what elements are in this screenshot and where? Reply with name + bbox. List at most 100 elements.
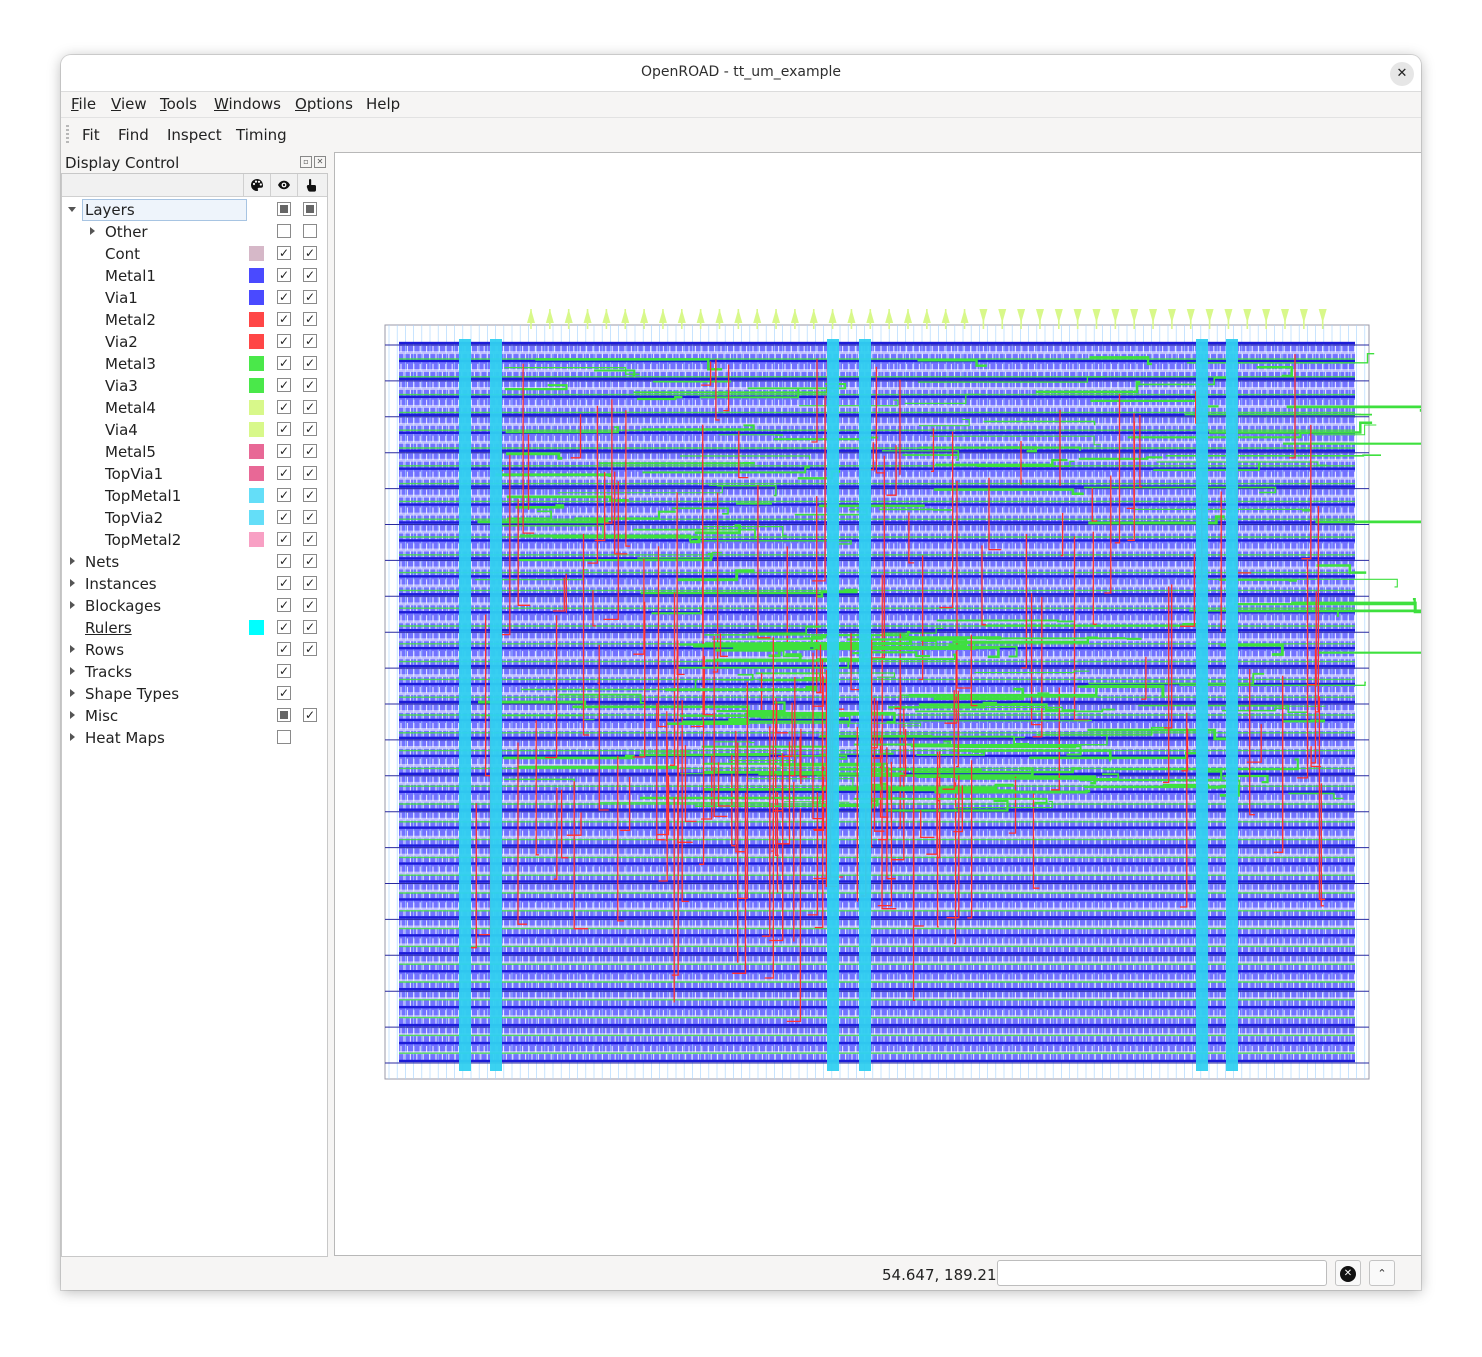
clear-command-button[interactable]: ✕ xyxy=(1335,1260,1361,1286)
expand-arrow-icon[interactable] xyxy=(70,711,75,719)
tree-row-via2[interactable]: Via2 ✓ ✓ xyxy=(62,330,327,352)
color-swatch[interactable] xyxy=(249,532,264,547)
selectable-checkbox[interactable]: ✓ xyxy=(303,422,317,436)
tree-row-layers[interactable]: Layers xyxy=(62,198,327,221)
selectable-checkbox[interactable]: ✓ xyxy=(303,708,317,722)
color-swatch[interactable] xyxy=(249,422,264,437)
tree-row-metal5[interactable]: Metal5 ✓ ✓ xyxy=(62,440,327,462)
color-swatch[interactable] xyxy=(249,268,264,283)
tree-row-metal4[interactable]: Metal4 ✓ ✓ xyxy=(62,396,327,418)
tree-row-via3[interactable]: Via3 ✓ ✓ xyxy=(62,374,327,396)
toolbar-timing-button[interactable]: Timing xyxy=(236,126,287,144)
tree-row-via4[interactable]: Via4 ✓ ✓ xyxy=(62,418,327,440)
tree-row-metal3[interactable]: Metal3 ✓ ✓ xyxy=(62,352,327,374)
color-swatch[interactable] xyxy=(249,246,264,261)
menu-help[interactable]: Help xyxy=(366,95,400,113)
expand-arrow-icon[interactable] xyxy=(70,557,75,565)
tree-row-metal2[interactable]: Metal2 ✓ ✓ xyxy=(62,308,327,330)
visible-checkbox[interactable]: ✓ xyxy=(277,334,291,348)
expand-arrow-icon[interactable] xyxy=(70,667,75,675)
color-swatch[interactable] xyxy=(249,488,264,503)
selectable-checkbox[interactable]: ✓ xyxy=(303,510,317,524)
visible-checkbox[interactable]: ✓ xyxy=(277,444,291,458)
color-swatch[interactable] xyxy=(249,510,264,525)
visible-checkbox[interactable]: ✓ xyxy=(277,312,291,326)
selectable-checkbox[interactable]: ✓ xyxy=(303,620,317,634)
tree-row-blockages[interactable]: Blockages ✓ ✓ xyxy=(62,594,327,616)
visible-checkbox[interactable]: ✓ xyxy=(277,664,291,678)
selectable-checkbox[interactable] xyxy=(303,202,317,216)
tree-row-instances[interactable]: Instances ✓ ✓ xyxy=(62,572,327,594)
tree-row-misc[interactable]: Misc ✓ xyxy=(62,704,327,726)
visible-checkbox[interactable]: ✓ xyxy=(277,356,291,370)
tree-row-other[interactable]: Other xyxy=(62,220,327,242)
visible-checkbox[interactable]: ✓ xyxy=(277,532,291,546)
visible-checkbox[interactable]: ✓ xyxy=(277,400,291,414)
color-swatch[interactable] xyxy=(249,356,264,371)
selectable-checkbox[interactable]: ✓ xyxy=(303,312,317,326)
selectable-checkbox[interactable]: ✓ xyxy=(303,598,317,612)
expand-arrow-icon[interactable] xyxy=(70,689,75,697)
selectable-checkbox[interactable]: ✓ xyxy=(303,576,317,590)
color-swatch[interactable] xyxy=(249,444,264,459)
expand-arrow-icon[interactable] xyxy=(70,645,75,653)
selectable-checkbox[interactable]: ✓ xyxy=(303,466,317,480)
selectable-checkbox[interactable]: ✓ xyxy=(303,554,317,568)
color-swatch[interactable] xyxy=(249,312,264,327)
tree-row-tracks[interactable]: Tracks ✓ xyxy=(62,660,327,682)
tree-row-rows[interactable]: Rows ✓ ✓ xyxy=(62,638,327,660)
visible-checkbox[interactable]: ✓ xyxy=(277,246,291,260)
selectable-checkbox[interactable]: ✓ xyxy=(303,334,317,348)
toolbar-find-button[interactable]: Find xyxy=(118,126,149,144)
toolbar-grip-handle[interactable] xyxy=(66,125,69,143)
menu-view[interactable]: View xyxy=(111,95,147,113)
color-swatch[interactable] xyxy=(249,620,264,635)
visible-checkbox[interactable] xyxy=(277,224,291,238)
selectable-checkbox[interactable]: ✓ xyxy=(303,356,317,370)
visible-checkbox[interactable] xyxy=(277,730,291,744)
visible-checkbox[interactable]: ✓ xyxy=(277,290,291,304)
expand-arrow-icon[interactable] xyxy=(70,579,75,587)
visible-checkbox[interactable]: ✓ xyxy=(277,598,291,612)
collapse-arrow-icon[interactable] xyxy=(68,207,76,212)
selectable-checkbox[interactable]: ✓ xyxy=(303,268,317,282)
tcl-command-input[interactable] xyxy=(997,1260,1327,1286)
color-swatch[interactable] xyxy=(249,290,264,305)
toolbar-fit-button[interactable]: Fit xyxy=(82,126,100,144)
selectable-checkbox[interactable]: ✓ xyxy=(303,400,317,414)
selectable-checkbox[interactable]: ✓ xyxy=(303,246,317,260)
color-swatch[interactable] xyxy=(249,400,264,415)
selectable-checkbox[interactable]: ✓ xyxy=(303,290,317,304)
color-swatch[interactable] xyxy=(249,466,264,481)
toolbar-inspect-button[interactable]: Inspect xyxy=(167,126,222,144)
tree-row-topvia2[interactable]: TopVia2 ✓ ✓ xyxy=(62,506,327,528)
selectable-checkbox[interactable] xyxy=(303,224,317,238)
layout-viewer[interactable] xyxy=(334,152,1421,1256)
selectable-checkbox[interactable]: ✓ xyxy=(303,642,317,656)
color-swatch[interactable] xyxy=(249,334,264,349)
color-swatch[interactable] xyxy=(249,378,264,393)
visible-checkbox[interactable]: ✓ xyxy=(277,642,291,656)
menu-options[interactable]: Options xyxy=(295,95,353,113)
menu-tools[interactable]: Tools xyxy=(160,95,197,113)
close-window-button[interactable]: ✕ xyxy=(1390,62,1414,86)
visible-checkbox[interactable]: ✓ xyxy=(277,576,291,590)
selectable-checkbox[interactable]: ✓ xyxy=(303,532,317,546)
selectable-checkbox[interactable]: ✓ xyxy=(303,378,317,392)
visible-checkbox[interactable] xyxy=(277,202,291,216)
visible-checkbox[interactable]: ✓ xyxy=(277,268,291,282)
selectable-checkbox[interactable]: ✓ xyxy=(303,444,317,458)
tree-row-topmetal2[interactable]: TopMetal2 ✓ ✓ xyxy=(62,528,327,550)
tree-row-heat-maps[interactable]: Heat Maps xyxy=(62,726,327,748)
tree-row-topvia1[interactable]: TopVia1 ✓ ✓ xyxy=(62,462,327,484)
visible-checkbox[interactable]: ✓ xyxy=(277,510,291,524)
visible-checkbox[interactable] xyxy=(277,708,291,722)
expand-console-button[interactable]: ⌃ xyxy=(1369,1260,1395,1286)
selectable-checkbox[interactable]: ✓ xyxy=(303,488,317,502)
menu-file[interactable]: File xyxy=(71,95,96,113)
tree-row-topmetal1[interactable]: TopMetal1 ✓ ✓ xyxy=(62,484,327,506)
visible-checkbox[interactable]: ✓ xyxy=(277,554,291,568)
tree-row-cont[interactable]: Cont ✓ ✓ xyxy=(62,242,327,264)
expand-arrow-icon[interactable] xyxy=(70,733,75,741)
visible-checkbox[interactable]: ✓ xyxy=(277,422,291,436)
